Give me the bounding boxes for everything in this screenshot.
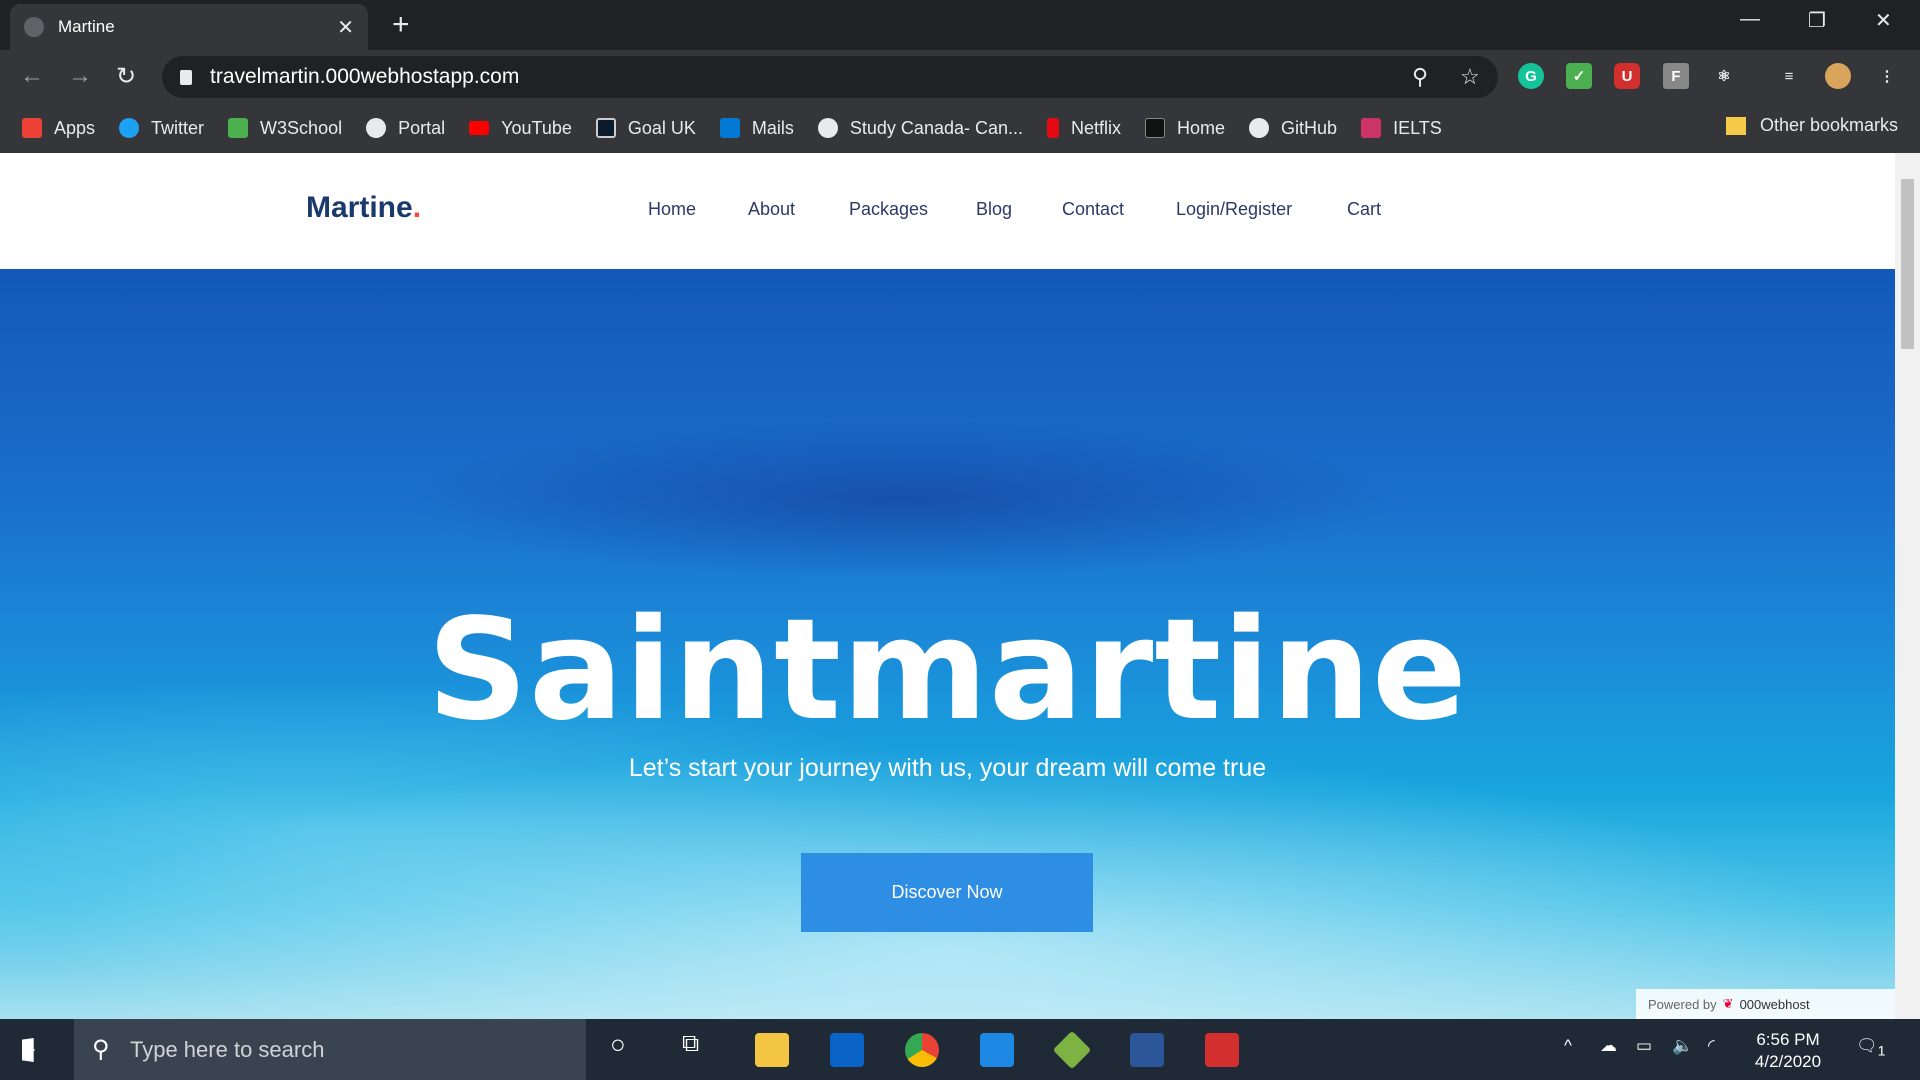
bookmark-home[interactable]: Home	[1145, 118, 1225, 139]
bookmark-goal-uk[interactable]: Goal UK	[595, 118, 696, 139]
twitter-icon	[119, 118, 140, 138]
bookmark-portal[interactable]: Portal	[366, 118, 445, 139]
bookmark-mails[interactable]: Mails	[719, 118, 794, 139]
cortana-icon[interactable]: ○	[610, 1031, 626, 1057]
tab-title: Martine	[58, 17, 115, 36]
acrobat-icon[interactable]	[1205, 1033, 1239, 1067]
onedrive-icon[interactable]: ☁	[1600, 1035, 1617, 1057]
taskbar-search[interactable]: ⚲ Type here to search	[74, 1019, 586, 1080]
bookmark-github[interactable]: GitHub	[1249, 118, 1337, 139]
restore-icon[interactable]: ❐	[1808, 8, 1826, 33]
site-header: Martine. Home About Packages Blog Contac…	[0, 153, 1895, 269]
mail-icon[interactable]	[830, 1033, 864, 1067]
forward-icon[interactable]: →	[68, 62, 92, 90]
chrome-icon[interactable]	[905, 1033, 939, 1067]
hero-title: Saintmartine	[427, 589, 1468, 752]
globe-icon	[817, 118, 838, 138]
ublock-icon[interactable]: U	[1614, 63, 1640, 89]
nav-login-register[interactable]: Login/Register	[1176, 199, 1292, 220]
other-bookmarks[interactable]: Other bookmarks	[1725, 115, 1898, 136]
shield-extension-icon[interactable]: ✓	[1566, 63, 1592, 89]
media-queue-icon[interactable]: ≡	[1776, 63, 1802, 89]
app-icon[interactable]	[1052, 1030, 1092, 1070]
nav-cart[interactable]: Cart	[1347, 199, 1381, 220]
apps-icon	[22, 118, 42, 138]
close-tab-icon[interactable]: ✕	[337, 15, 354, 40]
reload-icon[interactable]: ↻	[116, 62, 136, 91]
bookmark-netflix[interactable]: Netflix	[1047, 118, 1121, 139]
web-page: Martine. Home About Packages Blog Contac…	[0, 153, 1895, 1019]
word-icon[interactable]	[1130, 1033, 1164, 1067]
nav-packages[interactable]: Packages	[849, 199, 928, 220]
lock-icon	[180, 69, 192, 85]
address-bar[interactable]: travelmartin.000webhostapp.com ⚲ ☆	[162, 56, 1498, 98]
notification-center-icon[interactable]: 🗨1	[1856, 1035, 1885, 1062]
vscode-icon[interactable]	[980, 1033, 1014, 1067]
bookmarks-bar: Apps Twitter W3School Portal YouTube Goa…	[0, 103, 1920, 153]
url-text[interactable]: travelmartin.000webhostapp.com	[210, 65, 519, 89]
menu-icon[interactable]: ⋮	[1874, 63, 1900, 89]
bookmark-youtube[interactable]: YouTube	[469, 118, 572, 139]
wifi-icon[interactable]: ◜	[1708, 1035, 1715, 1057]
goal-icon	[595, 118, 616, 138]
youtube-icon	[469, 121, 490, 135]
volume-icon[interactable]: 🔈	[1672, 1035, 1693, 1057]
file-explorer-icon[interactable]	[755, 1033, 789, 1067]
windows-start-icon[interactable]	[22, 1038, 35, 1062]
grammarly-icon[interactable]: G	[1518, 63, 1544, 89]
globe-icon	[24, 17, 44, 37]
scrollbar-thumb[interactable]	[1901, 179, 1914, 349]
nav-blog[interactable]: Blog	[976, 199, 1012, 220]
bookmark-twitter[interactable]: Twitter	[119, 118, 204, 139]
nav-contact[interactable]: Contact	[1062, 199, 1124, 220]
new-tab-icon[interactable]: +	[392, 8, 410, 42]
font-extension-icon[interactable]: F	[1663, 63, 1689, 89]
github-icon	[1249, 118, 1270, 138]
bookmark-ielts[interactable]: IELTS	[1361, 118, 1442, 139]
battery-icon[interactable]: ▭	[1636, 1035, 1652, 1057]
browser-tab[interactable]: Martine ✕	[10, 4, 368, 50]
netflix-icon	[1047, 118, 1060, 138]
globe-icon	[366, 118, 387, 138]
nav-home[interactable]: Home	[648, 199, 696, 220]
nav-about[interactable]: About	[748, 199, 795, 220]
bookmark-study-canada[interactable]: Study Canada- Can...	[817, 118, 1023, 139]
page-scrollbar[interactable]	[1895, 153, 1920, 1019]
task-view-icon[interactable]: ⧉	[682, 1032, 699, 1056]
site-logo[interactable]: Martine.	[306, 191, 421, 225]
browser-toolbar: ← → ↻ travelmartin.000webhostapp.com ⚲ ☆…	[0, 50, 1920, 103]
discover-now-button[interactable]: Discover Now	[801, 853, 1093, 932]
folder-icon	[1725, 116, 1746, 135]
bookmark-apps[interactable]: Apps	[22, 118, 95, 139]
clock[interactable]: 6:56 PM 4/2/2020	[1748, 1029, 1828, 1073]
ielts-icon	[1361, 118, 1382, 138]
search-icon: ⚲	[92, 1036, 110, 1063]
zoom-icon[interactable]: ⚲	[1412, 64, 1428, 90]
show-hidden-icons[interactable]: ^	[1564, 1035, 1572, 1057]
outlook-icon	[719, 118, 740, 138]
minimize-icon[interactable]: —	[1740, 8, 1760, 31]
bookmark-w3school[interactable]: W3School	[228, 118, 342, 139]
w3school-icon	[228, 118, 249, 138]
home-site-icon	[1145, 118, 1166, 138]
back-icon[interactable]: ←	[20, 62, 44, 90]
react-devtools-icon[interactable]: ⚛	[1711, 63, 1737, 89]
windows-taskbar: ⚲ Type here to search ○ ⧉ ^ ☁ ▭ 🔈 ◜ 6:56…	[0, 1019, 1920, 1080]
tab-strip: Martine ✕ + — ❐ ✕	[0, 0, 1920, 50]
bookmark-star-icon[interactable]: ☆	[1460, 64, 1480, 90]
hero-section: Saintmartine Let’s start your journey wi…	[0, 269, 1895, 1019]
powered-by-badge[interactable]: Powered by ❦ 000webhost	[1636, 989, 1895, 1019]
profile-avatar[interactable]	[1825, 63, 1851, 89]
hero-subtitle: Let’s start your journey with us, your d…	[628, 754, 1267, 782]
000webhost-logo-icon: ❦	[1722, 996, 1734, 1011]
close-window-icon[interactable]: ✕	[1875, 8, 1892, 33]
